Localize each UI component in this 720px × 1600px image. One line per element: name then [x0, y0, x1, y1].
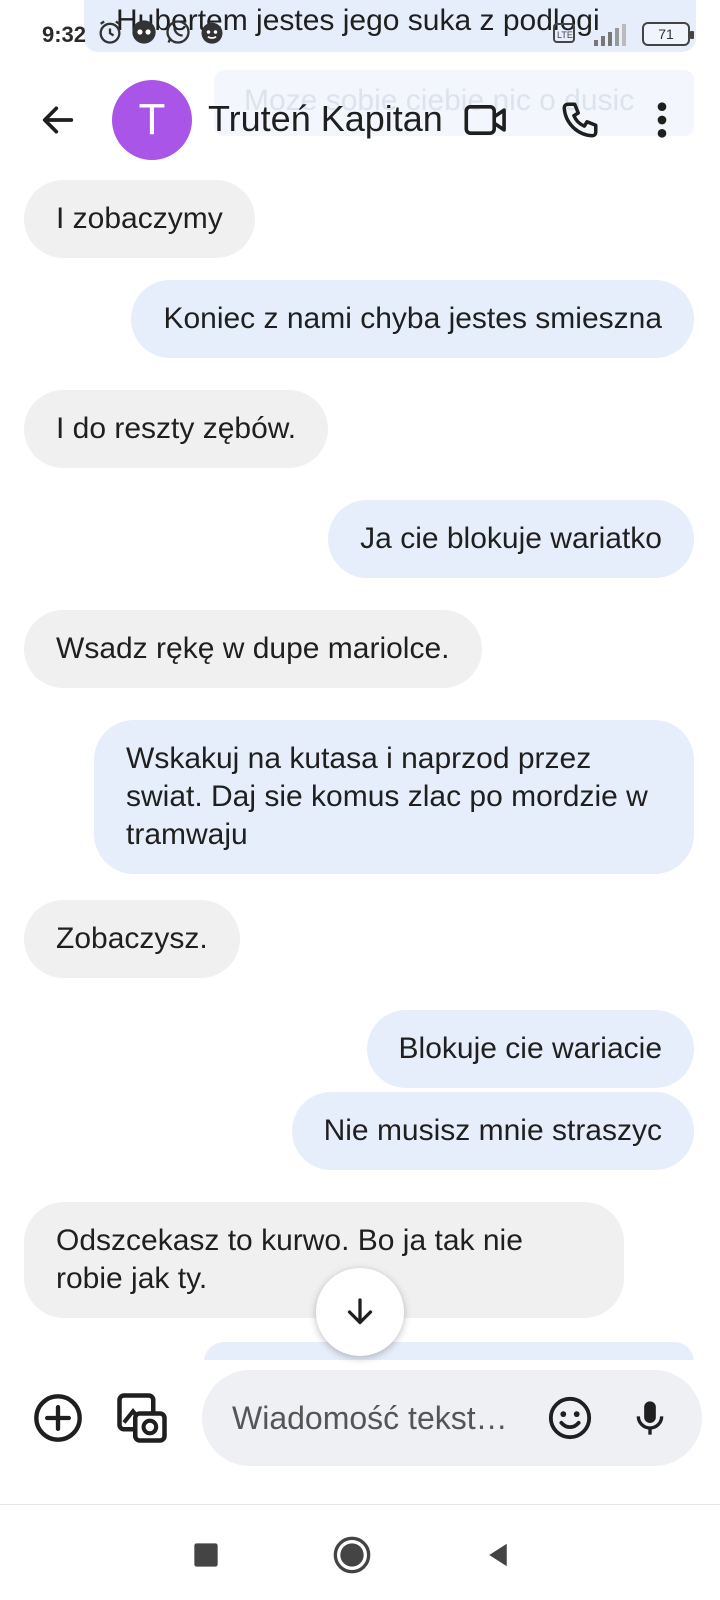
- system-status-icons: LTE 71: [552, 20, 694, 48]
- messages-screen: Hubertem jestes jego suka z podlogi Moze…: [0, 0, 720, 1600]
- add-circle-icon: [34, 1394, 82, 1442]
- outgoing-message-partial[interactable]: [204, 1342, 694, 1360]
- gallery-camera-icon: [117, 1393, 167, 1443]
- incoming-message[interactable]: I zobaczymy: [24, 180, 255, 258]
- emoji-icon: [548, 1396, 592, 1440]
- lte-label: LTE: [557, 30, 573, 40]
- back-button[interactable]: [30, 92, 86, 148]
- whatsapp-icon: [166, 20, 190, 44]
- message-input[interactable]: [232, 1399, 522, 1437]
- outgoing-message[interactable]: Wskakuj na kutasa i naprzod przez swiat.…: [94, 720, 694, 874]
- voice-call-button[interactable]: [552, 92, 608, 148]
- outgoing-message[interactable]: Ja cie blokuje wariatko: [328, 500, 694, 578]
- more-vert-icon: [657, 102, 667, 138]
- status-bar: 9:32 LTE 71: [0, 0, 720, 70]
- reddit-icon: [201, 22, 223, 44]
- square-icon: [194, 1543, 218, 1567]
- voice-message-button[interactable]: [622, 1390, 678, 1446]
- outgoing-message[interactable]: Nie musisz mnie straszyc: [291, 1092, 694, 1170]
- message-list[interactable]: I zobaczymy Koniec z nami chyba jestes s…: [0, 170, 720, 1360]
- back-nav-button[interactable]: [470, 1527, 526, 1583]
- conversation-header: T Truteń Kapitan: [0, 70, 720, 170]
- contact-name[interactable]: Truteń Kapitan: [208, 98, 458, 140]
- recents-button[interactable]: [178, 1527, 234, 1583]
- gallery-button[interactable]: [112, 1388, 172, 1448]
- video-call-button[interactable]: [458, 92, 514, 148]
- scroll-to-bottom-button[interactable]: [316, 1268, 404, 1356]
- message-input-container[interactable]: [202, 1370, 702, 1466]
- incoming-message[interactable]: Zobaczysz.: [24, 900, 240, 978]
- notification-icons: [96, 18, 226, 46]
- lte-icon: LTE: [553, 23, 575, 43]
- battery-level: 71: [658, 26, 674, 42]
- system-navigation-bar: [0, 1505, 720, 1600]
- incoming-message[interactable]: Wsadz rękę w dupe mariolce.: [24, 610, 482, 688]
- status-time: 9:32: [42, 22, 87, 47]
- contact-avatar[interactable]: T: [112, 80, 192, 160]
- message-composer: [0, 1370, 720, 1490]
- video-camera-icon: [464, 105, 506, 135]
- phone-icon: [562, 102, 598, 138]
- arrow-down-icon: [347, 1298, 373, 1325]
- emoji-button[interactable]: [542, 1390, 598, 1446]
- more-options-button[interactable]: [634, 92, 690, 148]
- outgoing-message[interactable]: Koniec z nami chyba jestes smieszna: [131, 280, 694, 358]
- microphone-icon: [636, 1401, 664, 1435]
- messenger-icon: [132, 20, 156, 44]
- home-circle-icon: [333, 1536, 371, 1574]
- outgoing-message[interactable]: Blokuje cie wariacie: [366, 1010, 694, 1088]
- arrow-back-icon: [42, 106, 74, 134]
- battery-icon: 71: [642, 22, 694, 46]
- signal-icon: [594, 24, 626, 46]
- home-button[interactable]: [324, 1527, 380, 1583]
- add-attachment-button[interactable]: [30, 1390, 86, 1446]
- triangle-back-icon: [489, 1543, 507, 1567]
- alarm-icon: [99, 20, 121, 44]
- incoming-message[interactable]: I do reszty zębów.: [24, 390, 329, 468]
